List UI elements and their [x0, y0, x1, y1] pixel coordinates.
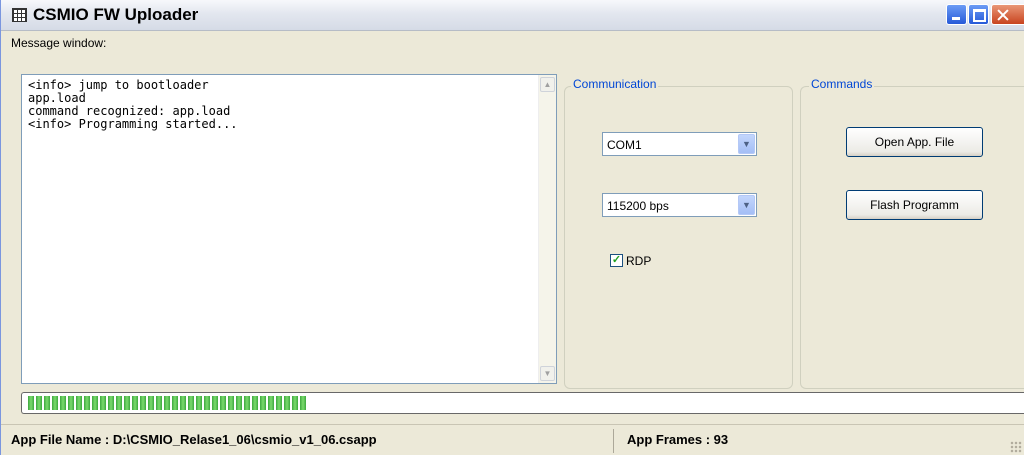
status-divider	[613, 429, 614, 453]
log-line: <info> Programming started...	[28, 117, 238, 131]
open-app-file-button[interactable]: Open App. File	[846, 127, 983, 157]
grid-icon	[12, 8, 27, 22]
upload-progress-bar	[21, 392, 1024, 414]
flash-program-button[interactable]: Flash Programm	[846, 190, 983, 220]
com-port-select[interactable]: COM1 ▼	[602, 132, 757, 156]
close-button[interactable]	[991, 4, 1024, 25]
scroll-up-icon[interactable]: ▲	[540, 77, 555, 92]
chevron-down-icon[interactable]: ▼	[738, 195, 755, 215]
baud-rate-select[interactable]: 115200 bps ▼	[602, 193, 757, 217]
status-bar: App File Name : D:\CSMIO_Relase1_06\csmi…	[1, 424, 1024, 455]
app-file-name: App File Name : D:\CSMIO_Relase1_06\csmi…	[11, 432, 377, 447]
progress-fill	[28, 396, 306, 410]
window-title: CSMIO FW Uploader	[33, 5, 199, 24]
log-lines: <info> jump to bootloader app.load comma…	[28, 79, 238, 131]
scroll-down-icon[interactable]: ▼	[540, 366, 555, 381]
rdp-checkbox[interactable]: ✓	[610, 254, 623, 267]
commands-legend: Commands	[809, 77, 875, 91]
message-window-label: Message window:	[11, 36, 107, 50]
com-port-value: COM1	[607, 138, 642, 152]
maximize-button[interactable]	[968, 4, 989, 25]
rdp-label[interactable]: RDP	[626, 254, 651, 268]
app-frames: App Frames : 93	[627, 432, 729, 447]
resize-grip-icon[interactable]	[1010, 441, 1022, 453]
communication-legend: Communication	[571, 77, 659, 91]
minimize-button[interactable]	[946, 4, 967, 25]
baud-rate-value: 115200 bps	[607, 199, 669, 213]
message-log[interactable]: <info> jump to bootloader app.load comma…	[21, 74, 557, 384]
log-scrollbar[interactable]: ▲ ▼	[538, 75, 556, 383]
title-bar[interactable]: CSMIO FW Uploader	[1, 0, 1024, 31]
chevron-down-icon[interactable]: ▼	[738, 134, 755, 154]
app-window: CSMIO FW Uploader Message window: <info>…	[0, 0, 1024, 455]
